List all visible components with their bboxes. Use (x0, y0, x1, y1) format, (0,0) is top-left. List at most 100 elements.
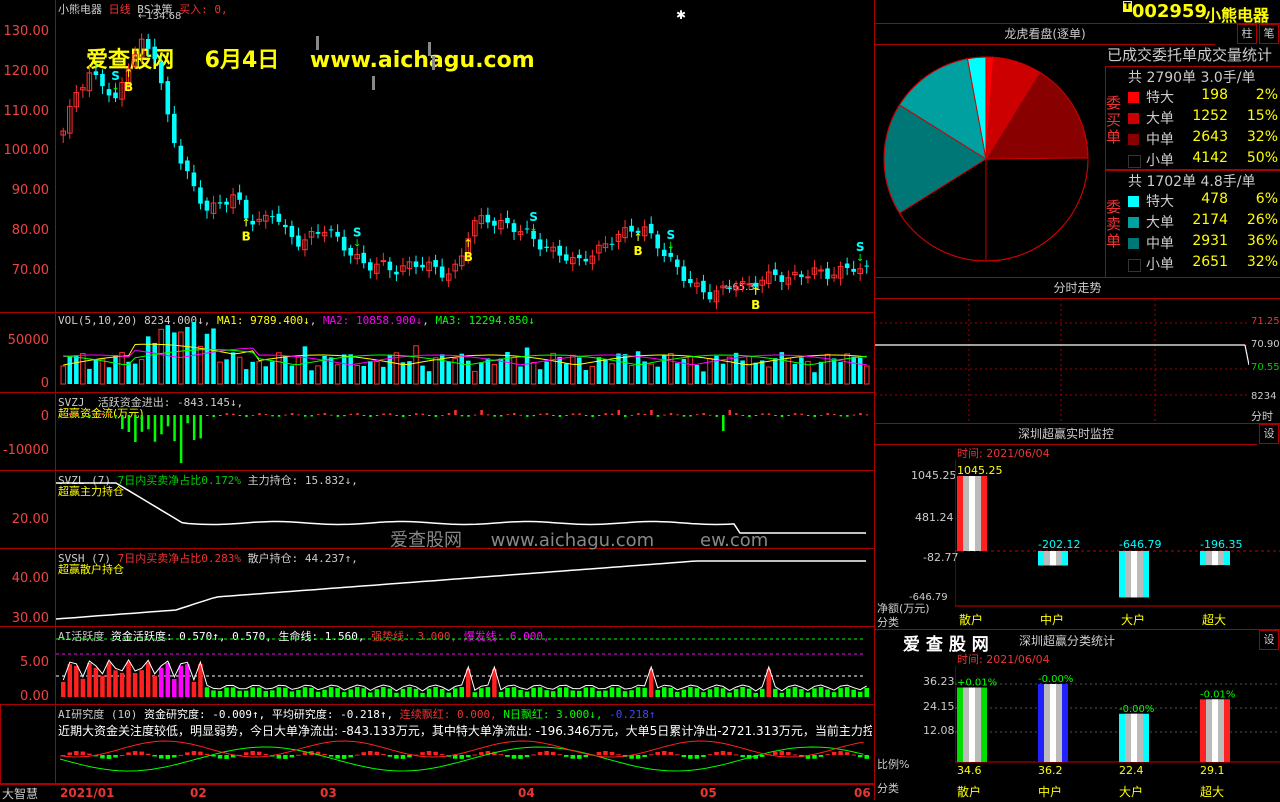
ai-active-bar (61, 682, 66, 697)
swatch (1128, 92, 1139, 103)
candle-body (276, 213, 282, 222)
ai-active-bar (779, 692, 785, 697)
volume-bar (250, 361, 255, 384)
svzj-bar (205, 415, 209, 416)
ai-research-bar (733, 754, 739, 756)
ai-active-bar (707, 689, 713, 697)
ai-active-bar (426, 688, 432, 697)
ai-research-bar (276, 755, 282, 759)
row-count: 4142 (1192, 150, 1228, 166)
x-label: 2021/01 (60, 786, 115, 800)
volume-bar (550, 352, 556, 385)
svzj-bar (637, 413, 640, 415)
monitor-settings-button[interactable]: 设 (1259, 424, 1279, 444)
svzj-bar (160, 415, 163, 435)
svzj-bar (192, 415, 196, 441)
intraday-panel[interactable]: 分时走势 71.25 70.90 70.55 8234 分时 (874, 278, 1280, 424)
svzj-bar (317, 414, 320, 416)
classify-bar-change: +0.01% (957, 678, 997, 689)
ai-active-bar (786, 688, 791, 697)
classify-settings-button[interactable]: 设 (1259, 630, 1279, 650)
ai-active-bar (119, 672, 125, 697)
ai-research-bar (368, 751, 373, 755)
price-pane[interactable]: 130.00 120.00 110.00 100.00 90.00 80.00 … (0, 0, 874, 313)
svzj-bar (388, 413, 392, 415)
ai-active-bar (172, 679, 177, 697)
volume-bar (334, 364, 341, 385)
ai-research-axis (0, 705, 56, 783)
ai-active-bar (746, 688, 752, 697)
volume-bar (374, 361, 380, 385)
pen-mode-button[interactable]: 笔 (1259, 24, 1279, 44)
row-pct: 26% (1246, 212, 1278, 228)
ai-active-bar (237, 690, 242, 697)
volume-bar (302, 346, 308, 384)
candle-body (433, 260, 438, 267)
ai-active-bar (675, 691, 680, 697)
svzj-pane[interactable]: 0 -10000 SVZJ 活跃资金进出: -843.145↓, 超赢资金流(万… (0, 393, 874, 471)
volume-bar (524, 347, 530, 384)
volume-pane[interactable]: 50000 0 VOL(5,10,20) 8234.000↓, MA1: 978… (0, 313, 874, 393)
ai-active-bar (596, 690, 602, 697)
candle-body (335, 231, 340, 237)
svzj-bar (127, 415, 131, 432)
svzj-bar (748, 415, 751, 417)
svsh-axis: 40.00 30.00 (0, 549, 56, 626)
volume-bar (152, 343, 157, 384)
ai-active-bar (753, 692, 758, 697)
candle-body (217, 202, 223, 204)
ai-active-bar (165, 663, 171, 697)
svzl-pane[interactable]: 20.00 SVZL (7) 7日内买卖净占比0.172% 主力持仓: 15.8… (0, 471, 874, 551)
svzj-bar (486, 414, 490, 416)
candle-body (178, 145, 184, 164)
ai-research-bar (217, 755, 223, 759)
ai-research-pane[interactable]: AI研究度 (10) 资金研究度: -0.009↑, 平均研究度: -0.218… (0, 705, 874, 784)
svzj-bar (571, 413, 575, 415)
ai-active-bar (740, 687, 745, 697)
svzj-bar (800, 413, 803, 415)
volume-bar (256, 361, 263, 385)
candle-body (701, 280, 706, 293)
ai-active-bar (74, 665, 79, 697)
classify-bar-core (1212, 699, 1218, 762)
candle-body (191, 172, 197, 187)
svzj-bar (558, 415, 562, 417)
ai-research-bar (420, 752, 425, 755)
svzj-bar (526, 415, 529, 417)
ai-active-bar (420, 692, 425, 697)
buy-side-label: 委买单 (1106, 94, 1122, 146)
candle-body (172, 113, 177, 144)
intraday-price-tail (1244, 344, 1249, 366)
svsh-pane[interactable]: 40.00 30.00 SVSH (7) 7日内买卖净占比0.283% 散户持仓… (0, 549, 874, 627)
dragon-row: 中单 2931 36% (1126, 233, 1280, 254)
volume-bar (857, 357, 863, 384)
classify-bar-core (1131, 713, 1137, 762)
volume-bar (67, 355, 73, 384)
candle-body (851, 268, 856, 272)
svzj-bar (820, 414, 823, 416)
candle-body (648, 223, 654, 234)
svzj-bar (695, 414, 699, 416)
ai-active-bar (812, 688, 817, 697)
ai-research-bar (583, 755, 589, 758)
volume-bar (530, 361, 537, 385)
ai-research-bar (400, 755, 406, 759)
svzj-bar (604, 413, 607, 415)
svzj-bar (343, 415, 346, 417)
svzj-bar (865, 414, 869, 416)
volume-bar (622, 354, 628, 384)
volume-bar (113, 355, 118, 384)
column-mode-button[interactable]: 柱 (1237, 24, 1257, 44)
ai-active-line (62, 659, 867, 692)
ai-active-bar (139, 670, 144, 697)
ai-research-bar (603, 751, 608, 755)
candle-body (328, 229, 334, 231)
ai-active-pane[interactable]: 5.00 0.00 AI活跃度 资金活跃度: 0.570↑, 0.570, 生命… (0, 627, 874, 705)
svzj-bar (473, 414, 477, 416)
ai-active-bar (759, 688, 765, 697)
classify-bar-label: 散户 (957, 784, 981, 799)
svzj-bar (702, 413, 705, 415)
volume-bar (289, 365, 295, 384)
ai-active-bar (145, 662, 151, 697)
ai-active-bar (851, 689, 856, 697)
